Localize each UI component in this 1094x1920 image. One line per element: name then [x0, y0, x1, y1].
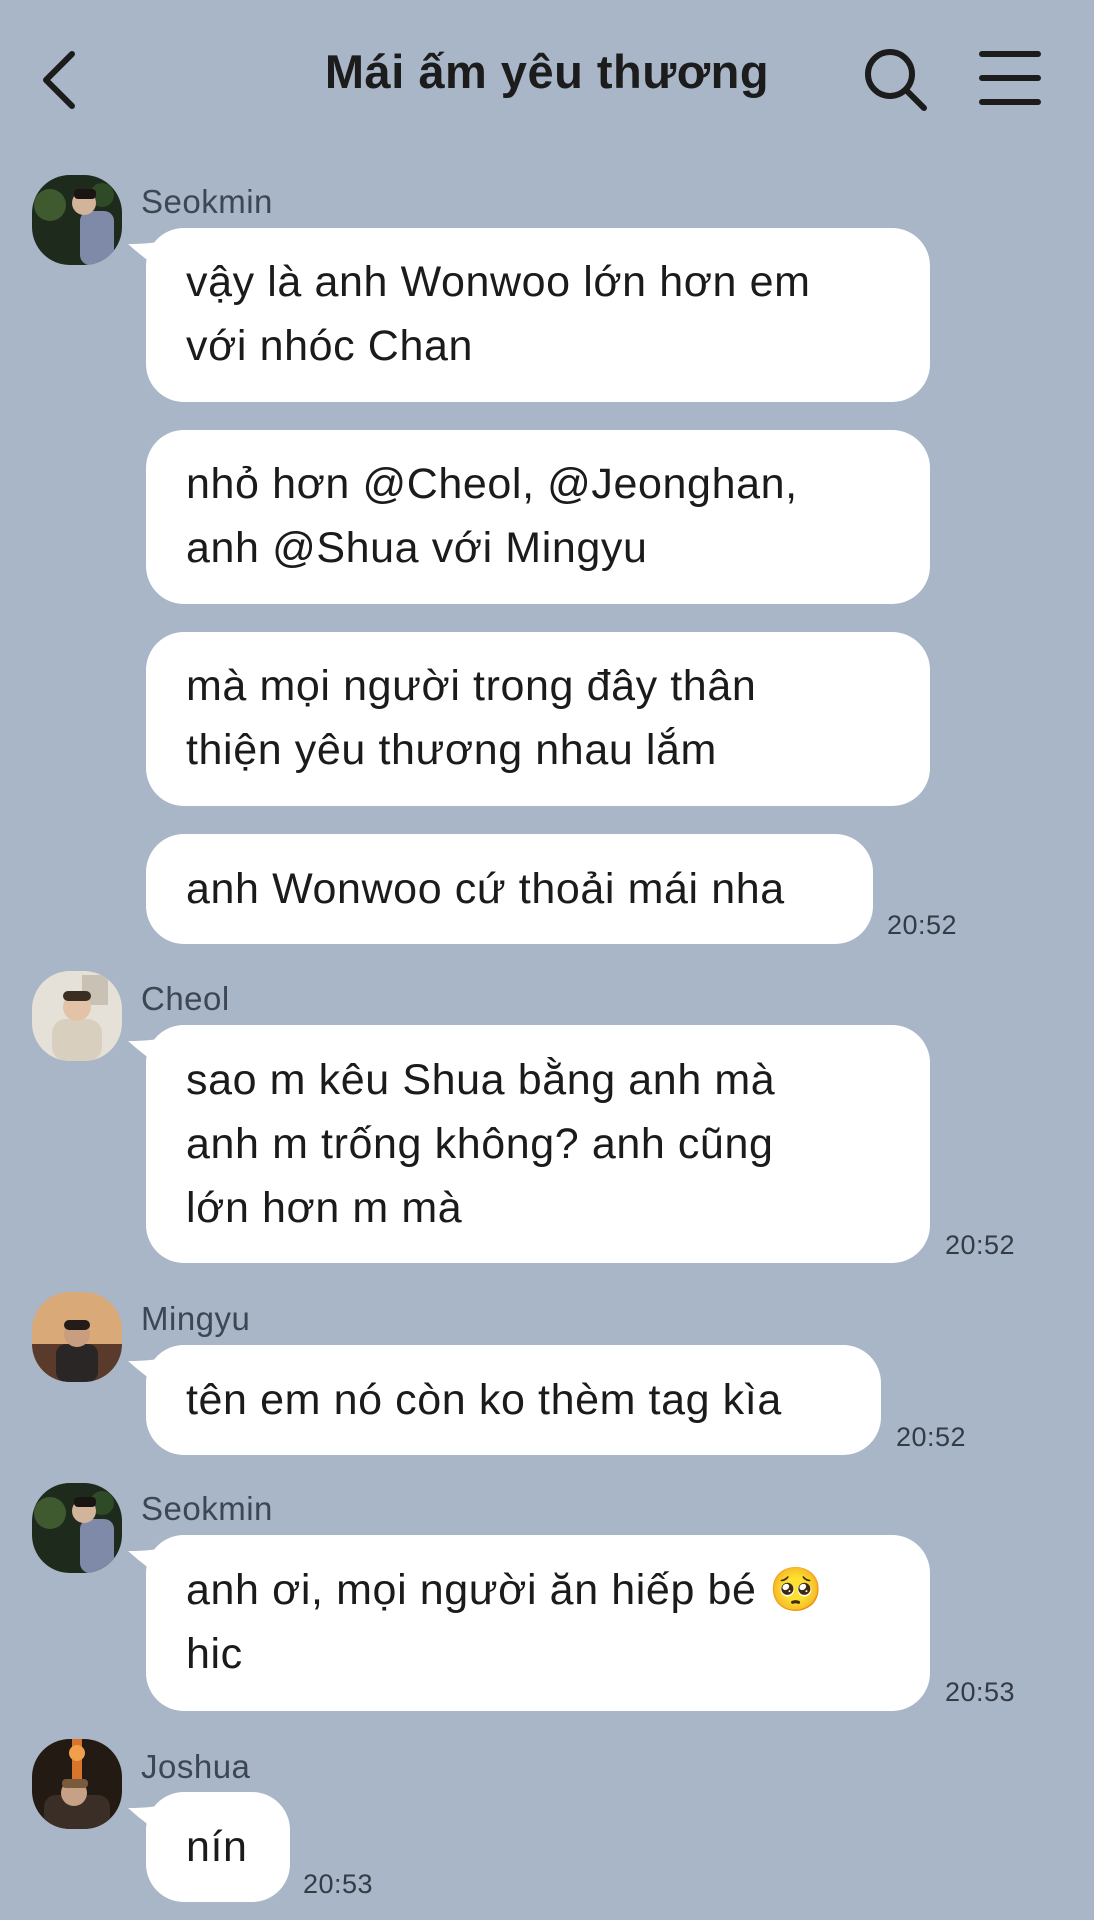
message-bubble[interactable]: sao m kêu Shua bằng anh mà anh m trống k…	[146, 1025, 930, 1263]
message-timestamp: 20:52	[945, 1230, 1016, 1260]
sender-name: Seokmin	[141, 1490, 273, 1527]
sender-name: Cheol	[141, 980, 230, 1017]
avatar-mingyu[interactable]	[32, 1292, 122, 1382]
menu-button[interactable]	[978, 48, 1042, 108]
search-icon	[865, 49, 927, 111]
message-bubble[interactable]: nhỏ hơn @Cheol, @Jeonghan, anh @Shua với…	[146, 430, 930, 604]
avatar-photo	[32, 175, 122, 265]
search-button[interactable]	[860, 44, 932, 116]
avatar-photo	[32, 1739, 122, 1829]
message-timestamp: 20:52	[887, 910, 958, 940]
message-timestamp: 20:52	[896, 1422, 967, 1452]
avatar-cheol[interactable]	[32, 971, 122, 1061]
avatar-photo	[32, 1483, 122, 1573]
avatar-photo	[32, 1292, 122, 1382]
avatar-joshua[interactable]	[32, 1739, 122, 1829]
sender-name: Mingyu	[141, 1300, 251, 1337]
avatar-photo	[32, 971, 122, 1061]
message-timestamp: 20:53	[945, 1677, 1016, 1707]
sender-name: Seokmin	[141, 183, 273, 220]
message-bubble[interactable]: mà mọi người trong đây thân thiện yêu th…	[146, 632, 930, 806]
message-bubble[interactable]: anh ơi, mọi người ăn hiếp bé 🥺 hic	[146, 1535, 930, 1711]
avatar-seokmin[interactable]	[32, 1483, 122, 1573]
avatar-seokmin[interactable]	[32, 175, 122, 265]
sender-name: Joshua	[141, 1748, 251, 1785]
message-timestamp: 20:53	[303, 1869, 374, 1899]
message-bubble[interactable]: vậy là anh Wonwoo lớn hơn em với nhóc Ch…	[146, 228, 930, 402]
message-bubble[interactable]: anh Wonwoo cứ thoải mái nha	[146, 834, 873, 944]
message-bubble[interactable]: tên em nó còn ko thèm tag kìa	[146, 1345, 881, 1455]
message-bubble[interactable]: nín	[146, 1792, 290, 1902]
hamburger-menu-icon	[979, 51, 1041, 105]
chat-header: Mái ấm yêu thương	[0, 0, 1094, 160]
